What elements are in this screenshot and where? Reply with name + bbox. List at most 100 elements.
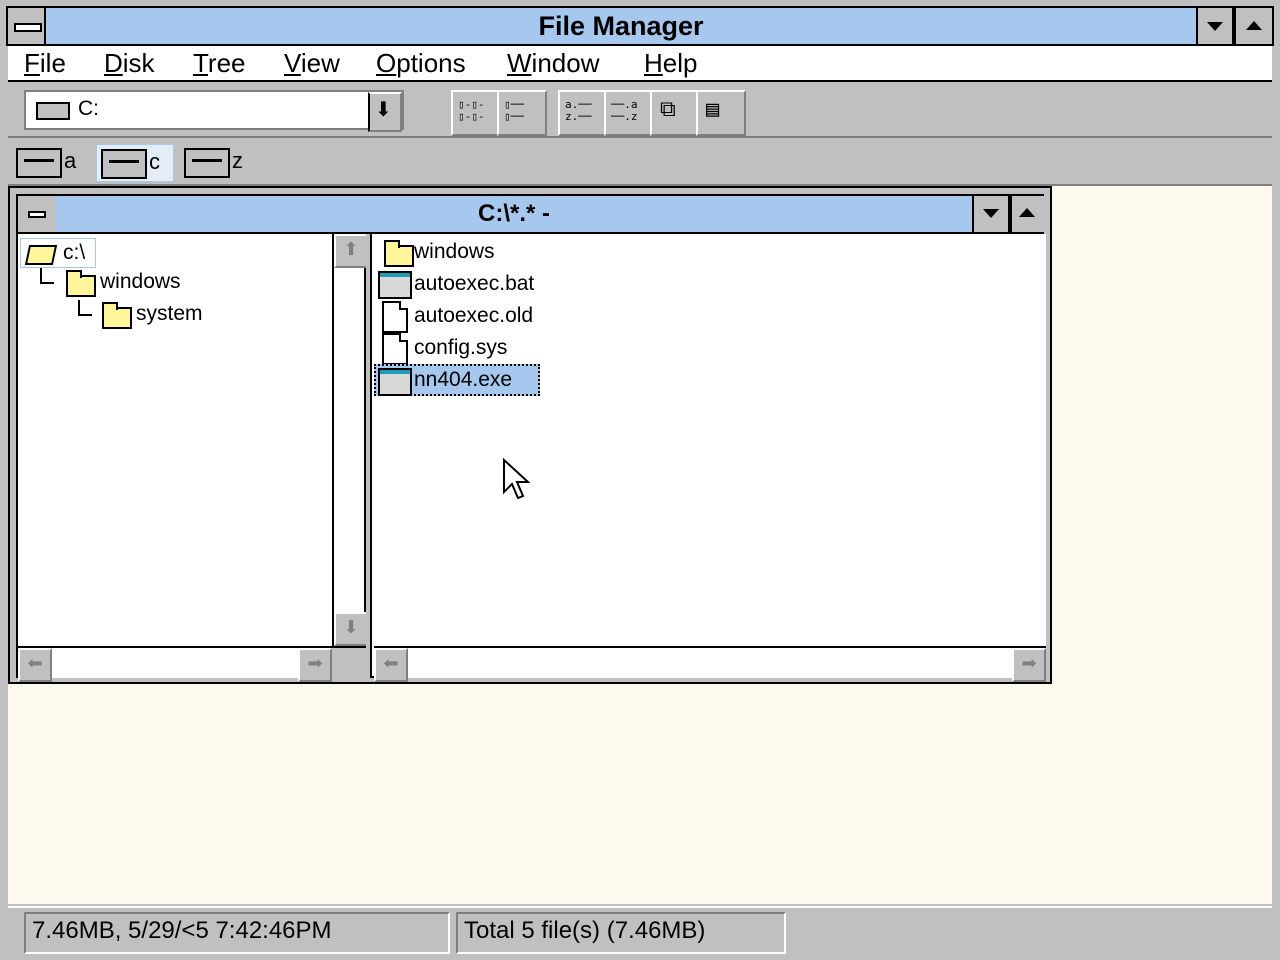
maximize-icon xyxy=(1246,21,1262,30)
file-item-nn404-exe[interactable]: nn404.exe xyxy=(374,364,540,396)
system-menu-button[interactable] xyxy=(6,6,46,46)
system-menu-icon xyxy=(28,211,46,218)
folder-icon xyxy=(384,240,414,267)
scroll-right-button[interactable]: ➡ xyxy=(1012,648,1046,682)
title-bar: File Manager xyxy=(44,6,1198,46)
network-drive-icon: ▤ xyxy=(706,97,720,122)
drive-a[interactable]: a xyxy=(12,144,92,180)
left-arrow-icon: ⬅ xyxy=(27,653,43,674)
file-item-windows[interactable]: windows xyxy=(378,236,578,268)
maximize-button[interactable] xyxy=(1234,6,1274,46)
right-arrow-icon: ➡ xyxy=(1021,653,1037,674)
drive-z[interactable]: z xyxy=(180,144,260,180)
drive-letter: z xyxy=(232,148,243,173)
copy-button[interactable]: ⧉ xyxy=(650,90,700,136)
directory-window: C:\*.* - c:\ windows system ⬆ ⬇ windows … xyxy=(8,186,1052,684)
file-name: nn404.exe xyxy=(414,368,513,391)
file-name: config.sys xyxy=(414,336,508,359)
split-bar[interactable] xyxy=(366,234,372,678)
drive-bar: a c z xyxy=(8,140,1272,186)
tree-vertical-scrollbar[interactable]: ⬆ ⬇ xyxy=(332,234,368,646)
file-list-horizontal-scrollbar[interactable]: ⬅ ➡ xyxy=(374,646,1046,682)
tree-item-label: windows xyxy=(100,270,181,293)
window-title: File Manager xyxy=(538,11,704,41)
down-arrow-icon: ⬇ xyxy=(343,617,359,638)
sort-by-name-button[interactable]: a.── z.── xyxy=(558,90,608,136)
document-icon xyxy=(382,301,408,333)
tree-item-windows[interactable]: windows xyxy=(62,268,262,298)
program-icon xyxy=(378,271,412,299)
tree-item-label: c:\ xyxy=(63,241,86,264)
floppy-drive-icon xyxy=(16,148,62,178)
menu-tree[interactable]: Tree xyxy=(193,46,246,80)
menu-help[interactable]: Help xyxy=(644,46,697,80)
menu-options[interactable]: Options xyxy=(376,46,466,80)
file-item-config-sys[interactable]: config.sys xyxy=(378,332,578,365)
child-maximize-button[interactable] xyxy=(1010,196,1044,234)
list-view-icon: ▯── ▯── xyxy=(504,98,524,123)
child-title: C:\*.* - xyxy=(478,200,550,227)
document-icon xyxy=(382,333,408,365)
directory-window-client: C:\*.* - c:\ windows system ⬆ ⬇ windows … xyxy=(16,194,1046,682)
child-system-menu-button[interactable] xyxy=(18,196,58,234)
hard-drive-icon xyxy=(36,102,70,120)
drive-dropdown-button[interactable]: ⬇ xyxy=(368,92,402,132)
right-arrow-icon: ➡ xyxy=(307,653,323,674)
drive-c[interactable]: c xyxy=(96,144,174,182)
drive-letter: a xyxy=(64,148,77,173)
tree-item-root[interactable]: c:\ xyxy=(20,238,96,268)
list-view-button[interactable]: ▯── ▯── xyxy=(497,90,547,136)
file-list-pane[interactable]: windows autoexec.bat autoexec.old config… xyxy=(374,234,1046,646)
tree-horizontal-scrollbar[interactable]: ⬅ ➡ xyxy=(18,646,332,682)
drive-select-value: C: xyxy=(78,97,99,120)
scroll-left-button[interactable]: ⬅ xyxy=(18,648,52,682)
drive-letter: c xyxy=(149,149,160,174)
sort-by-name-icon: a.── z.── xyxy=(565,98,592,123)
scrollbar-corner xyxy=(332,646,366,678)
minimize-button[interactable] xyxy=(1196,6,1234,46)
tree-connector xyxy=(40,282,54,284)
file-name: windows xyxy=(414,240,495,263)
down-arrow-icon: ⬇ xyxy=(375,97,392,121)
scroll-up-button[interactable]: ⬆ xyxy=(334,234,368,268)
menu-file[interactable]: File xyxy=(24,46,66,80)
minimize-icon xyxy=(983,209,999,218)
copy-icon: ⧉ xyxy=(660,97,676,122)
left-arrow-icon: ⬅ xyxy=(383,653,399,674)
child-title-bar: C:\*.* - xyxy=(56,196,972,234)
connect-network-drive-button[interactable]: ▤ xyxy=(696,90,746,136)
folder-icon xyxy=(102,302,132,329)
folder-icon xyxy=(66,270,96,297)
hard-drive-icon xyxy=(101,149,147,179)
large-icons-view-button[interactable]: ▯-▯- ▯-▯- xyxy=(451,90,501,136)
child-minimize-button[interactable] xyxy=(972,196,1010,234)
file-name: autoexec.old xyxy=(414,304,534,327)
status-selection: 7.46MB, 5/29/<5 7:42:46PM xyxy=(24,912,450,954)
open-folder-icon xyxy=(24,245,58,265)
network-drive-icon xyxy=(184,148,230,178)
menu-bar: File Disk Tree View Options Window Help xyxy=(8,46,1272,82)
tree-item-label: system xyxy=(136,302,203,325)
file-item-autoexec-old[interactable]: autoexec.old xyxy=(378,300,578,333)
tree-connector xyxy=(40,268,42,282)
mouse-cursor-icon xyxy=(503,458,530,500)
tree-connector xyxy=(78,300,80,314)
minimize-icon xyxy=(1207,22,1223,31)
sort-by-type-icon: ──.a ──.z xyxy=(611,98,638,123)
sort-by-type-button[interactable]: ──.a ──.z xyxy=(604,90,654,136)
drive-select[interactable]: C: ⬇ xyxy=(24,90,404,132)
maximize-icon xyxy=(1019,208,1035,217)
file-name: autoexec.bat xyxy=(414,272,535,295)
menu-disk[interactable]: Disk xyxy=(104,46,155,80)
tree-pane[interactable]: c:\ windows system xyxy=(18,234,332,646)
scroll-right-button[interactable]: ➡ xyxy=(298,648,332,682)
scroll-left-button[interactable]: ⬅ xyxy=(374,648,408,682)
status-bar: 7.46MB, 5/29/<5 7:42:46PM Total 5 file(s… xyxy=(8,906,1272,954)
file-item-autoexec-bat[interactable]: autoexec.bat xyxy=(378,268,578,300)
large-icons-view-icon: ▯-▯- ▯-▯- xyxy=(458,98,485,123)
tree-item-system[interactable]: system xyxy=(98,300,298,330)
menu-view[interactable]: View xyxy=(284,46,340,80)
program-icon xyxy=(378,368,412,396)
menu-window[interactable]: Window xyxy=(507,46,599,80)
scroll-down-button[interactable]: ⬇ xyxy=(334,612,368,646)
